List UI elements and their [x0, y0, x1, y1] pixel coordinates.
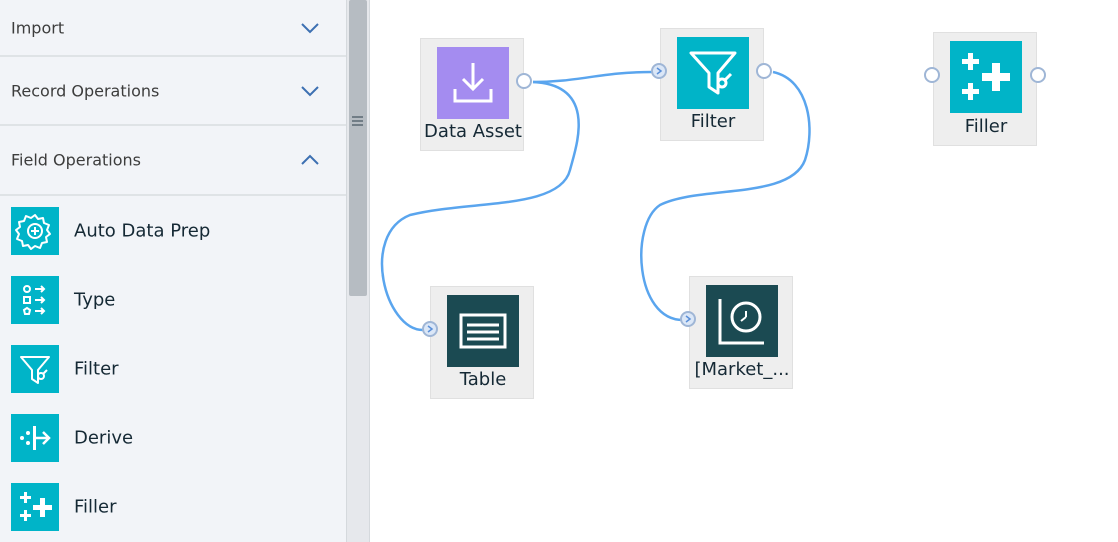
chevron-up-icon [301, 154, 319, 165]
node-filter[interactable]: Filter [660, 28, 764, 141]
node-label: Data Asset [424, 121, 522, 142]
filler-icon [11, 483, 59, 531]
section-record-operations-label: Record Operations [11, 81, 160, 100]
download-icon [437, 47, 509, 119]
filler-icon [950, 41, 1022, 113]
table-icon [447, 295, 519, 367]
node-label: Filter [690, 111, 736, 132]
filter-icon [11, 345, 59, 393]
input-port[interactable] [422, 321, 438, 337]
node-label: [Market_... [694, 359, 790, 380]
palette-item-filter[interactable]: Filter [0, 334, 346, 403]
palette-item-label: Filler [74, 496, 117, 517]
type-icon [11, 276, 59, 324]
palette-item-label: Auto Data Prep [74, 220, 211, 241]
section-field-operations-label: Field Operations [11, 150, 141, 170]
time-plot-icon [706, 285, 778, 357]
output-port[interactable] [756, 63, 772, 79]
sidebar-scrollbar-thumb[interactable] [349, 0, 367, 296]
palette-item-auto-data-prep[interactable]: Auto Data Prep [0, 196, 346, 265]
palette-item-derive[interactable]: Derive [0, 403, 346, 472]
node-label: Table [459, 369, 507, 390]
resize-grip-icon[interactable] [351, 114, 364, 128]
node-palette-sidebar: Import Record Operations Field Operation… [0, 0, 346, 542]
palette-item-type[interactable]: Type [0, 265, 346, 334]
chevron-down-icon [301, 22, 319, 33]
node-data-asset[interactable]: Data Asset [420, 38, 524, 151]
node-table[interactable]: Table [430, 286, 534, 399]
gear-plus-icon [11, 207, 59, 255]
palette-item-label: Type [74, 289, 116, 310]
palette-item-label: Filter [74, 358, 119, 379]
section-import-label: Import [11, 18, 65, 37]
output-port[interactable] [516, 73, 532, 89]
output-port[interactable] [1030, 67, 1046, 83]
chevron-down-icon [301, 85, 319, 96]
section-field-operations[interactable]: Field Operations [0, 126, 346, 196]
input-port[interactable] [651, 63, 667, 79]
input-port[interactable] [680, 311, 696, 327]
node-filler[interactable]: Filler [933, 32, 1037, 146]
palette-item-filler[interactable]: Filler [0, 472, 346, 541]
section-import[interactable]: Import [0, 0, 346, 57]
section-record-operations[interactable]: Record Operations [0, 57, 346, 126]
filter-icon [677, 37, 749, 109]
node-label: Filler [964, 116, 1008, 137]
input-port[interactable] [924, 67, 940, 83]
derive-icon [11, 414, 59, 462]
palette-item-label: Derive [74, 427, 134, 448]
node-market[interactable]: [Market_... [689, 276, 793, 389]
